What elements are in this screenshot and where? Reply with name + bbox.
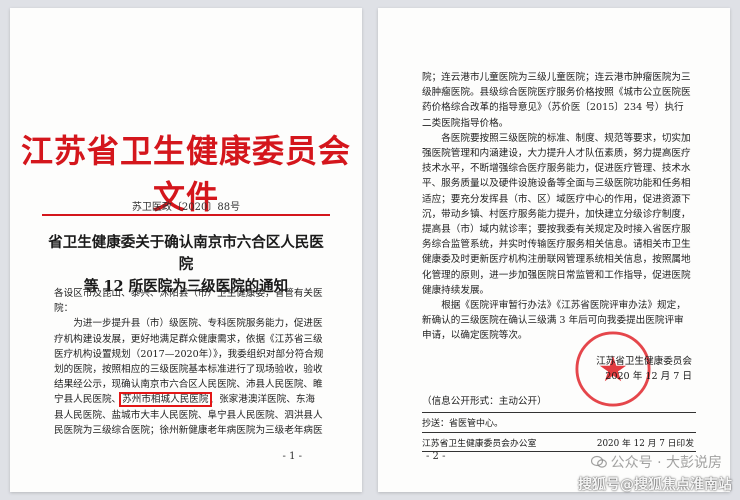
paragraph-1-part-a: 为进一步提升县（市）级医院、专科医院服务能力，促进医疗机构建设发展，更好地满足群… — [54, 318, 324, 406]
issuing-office: 江苏省卫生健康委员会办公室 — [422, 439, 537, 449]
signature-block: 江苏省卫生健康委员会 2020 年 12 月 7 日 — [552, 354, 692, 384]
issue-date: 2020 年 12 月 7 日印发 — [596, 439, 694, 449]
wechat-icon — [590, 455, 607, 468]
salutation: 各设区市及昆山、泰兴、沭阳县（市）卫生健康委，省管有关医院： — [54, 288, 323, 315]
sohu-watermark: 搜狐号@搜狐焦点淮南站 — [578, 477, 732, 493]
page-number-1: - 1 - — [282, 451, 302, 462]
body-text-page-2: 院；连云港市儿童医院为三级儿童医院；连云港市肿瘤医院为三级肿瘤医院。县级综合医院… — [422, 70, 692, 344]
document-number: 苏卫医政〔2020〕88号 — [131, 202, 241, 213]
wechat-watermark: 公众号 · 大彭说房 — [590, 452, 722, 472]
wechat-watermark-text: 公众号 · 大彭说房 — [610, 455, 722, 471]
body-text-page-1: 各设区市及昆山、泰兴、沭阳县（市）卫生健康委，省管有关医院： 为进一步提升县（市… — [54, 286, 324, 438]
divider-middle — [422, 432, 696, 433]
disclosure-note: （信息公开形式：主动公开） — [422, 396, 547, 407]
paragraph-requirements: 各医院要按照三级医院的标准、制度、规范等要求，切实加强医院管理和内涵建设，大力提… — [422, 132, 691, 296]
title-line-1: 省卫生健康委关于确认南京市六合区人民医院 — [48, 234, 324, 273]
signature-date: 2020 年 12 月 7 日 — [605, 371, 692, 382]
document-page-2: 院；连云港市儿童医院为三级儿童医院；连云港市肿瘤医院为三级肿瘤医院。县级综合医院… — [378, 8, 730, 492]
paragraph-1: 为进一步提升县（市）级医院、专科医院服务能力，促进医疗机构建设发展，更好地满足群… — [54, 316, 324, 438]
highlighted-hospital-name: 苏州市相城人民医院 — [119, 392, 212, 408]
divider-top — [422, 412, 696, 413]
page-number-2: - 2 - — [426, 451, 446, 462]
signature-organization: 江苏省卫生健康委员会 — [596, 356, 692, 367]
paragraph-continued: 院；连云港市儿童医院为三级儿童医院；连云港市肿瘤医院为三级肿瘤医院。县级综合医院… — [422, 72, 691, 129]
cc-line: 抄送：省医管中心。 — [422, 419, 504, 429]
document-page-1: 江苏省卫生健康委员会文件 苏卫医政〔2020〕88号 省卫生健康委关于确认南京市… — [10, 8, 362, 492]
red-divider — [42, 214, 330, 216]
